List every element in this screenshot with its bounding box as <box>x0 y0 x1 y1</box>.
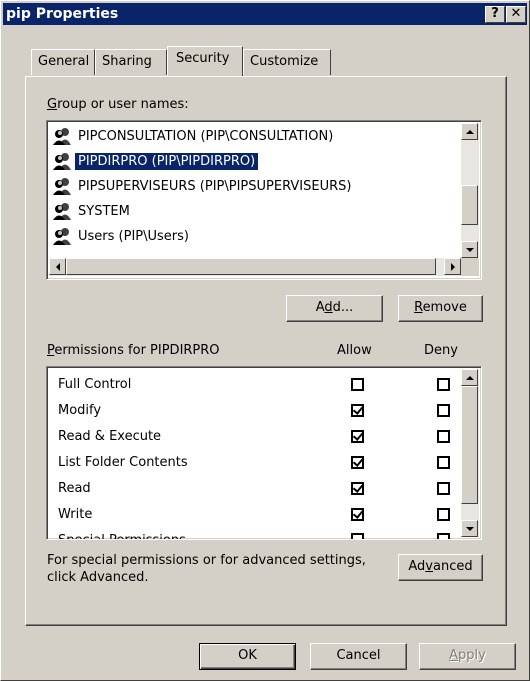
deny-read-execute-checkbox[interactable] <box>437 430 450 443</box>
tab-security-label: Security <box>176 51 230 66</box>
ok-button[interactable]: OK <box>199 643 296 670</box>
title-bar[interactable]: pip Properties ? ✕ <box>3 3 527 25</box>
properties-window: pip Properties ? ✕ General Sharing Secur… <box>0 0 530 681</box>
window-title: pip Properties <box>6 6 119 22</box>
deny-full-control-checkbox[interactable] <box>437 378 450 391</box>
apply-button[interactable]: Apply <box>419 643 516 670</box>
tab-sharing[interactable]: Sharing <box>95 49 167 75</box>
group-name: PIPSUPERVISEURS (PIP\PIPSUPERVISEURS) <box>78 178 352 194</box>
allow-write-checkbox[interactable] <box>351 508 364 521</box>
arrow-right-icon <box>450 262 455 271</box>
hscroll-thumb[interactable] <box>66 258 436 275</box>
group-icon <box>53 228 71 245</box>
scroll-corner <box>461 258 479 276</box>
allow-read-execute-checkbox[interactable] <box>351 430 364 443</box>
allow-read-checkbox[interactable] <box>351 482 364 495</box>
arrow-left-icon <box>55 262 60 271</box>
scroll-thumb[interactable] <box>461 386 478 504</box>
group-name: Users (PIP\Users) <box>78 228 189 244</box>
group-icon <box>53 203 71 220</box>
group-list[interactable]: PIPCONSULTATION (PIP\CONSULTATION) PIPDI… <box>46 120 482 280</box>
allow-column-header: Allow <box>337 343 372 358</box>
group-names-label: Group or user names: <box>47 97 189 112</box>
advanced-note: For special permissions or for advanced … <box>47 553 366 585</box>
arrow-up-icon <box>465 129 474 134</box>
deny-write-checkbox[interactable] <box>437 508 450 521</box>
group-name: PIPCONSULTATION (PIP\CONSULTATION) <box>78 128 334 144</box>
permission-name: List Folder Contents <box>58 455 188 470</box>
group-icon <box>53 128 71 145</box>
remove-button[interactable]: Remove <box>398 295 483 322</box>
scroll-right-button[interactable] <box>444 258 461 275</box>
permission-name: Write <box>58 507 93 522</box>
allow-modify-checkbox[interactable] <box>351 404 364 417</box>
permission-name: Modify <box>58 403 102 418</box>
permissions-list[interactable]: Full Control Modify Read & Execute List … <box>46 366 482 540</box>
help-button[interactable]: ? <box>485 6 505 23</box>
group-name: PIPDIRPRO (PIP\PIPDIRPRO) <box>75 152 259 170</box>
allow-special-checkbox[interactable] <box>351 533 364 539</box>
list-item-pipsuperviseurs[interactable]: PIPSUPERVISEURS (PIP\PIPSUPERVISEURS) <box>51 174 354 198</box>
deny-column-header: Deny <box>424 343 458 358</box>
deny-read-checkbox[interactable] <box>437 482 450 495</box>
scroll-left-button[interactable] <box>49 258 66 275</box>
tab-general[interactable]: General <box>31 49 95 75</box>
arrow-down-icon <box>465 247 474 252</box>
close-icon: ✕ <box>510 6 522 21</box>
advanced-button[interactable]: Advanced <box>398 554 483 581</box>
scroll-down-button[interactable] <box>461 520 478 537</box>
group-icon <box>53 178 71 195</box>
tab-customize-label: Customize <box>250 54 319 69</box>
group-name: SYSTEM <box>78 203 130 219</box>
deny-modify-checkbox[interactable] <box>437 404 450 417</box>
permission-name: Full Control <box>58 377 132 392</box>
tab-customize[interactable]: Customize <box>243 49 331 75</box>
group-list-hscroll[interactable] <box>49 258 461 276</box>
tab-security[interactable]: Security <box>167 46 243 76</box>
permission-name: Read & Execute <box>58 429 162 444</box>
permission-name: Special Permissions <box>58 528 186 539</box>
scroll-up-button[interactable] <box>461 123 478 140</box>
tab-sharing-label: Sharing <box>102 54 152 69</box>
permissions-vscroll[interactable] <box>461 369 479 537</box>
list-item-users[interactable]: Users (PIP\Users) <box>51 224 192 248</box>
list-item-system[interactable]: SYSTEM <box>51 199 133 223</box>
scroll-thumb[interactable] <box>461 185 478 225</box>
cancel-button[interactable]: Cancel <box>310 643 407 670</box>
arrow-down-icon <box>465 526 474 531</box>
deny-special-checkbox[interactable] <box>437 533 450 539</box>
arrow-up-icon <box>465 375 474 380</box>
permissions-label: Permissions for PIPDIRPRO <box>47 343 220 358</box>
group-list-vscroll[interactable] <box>461 123 479 258</box>
add-button[interactable]: Add... <box>286 295 383 322</box>
allow-full-control-checkbox[interactable] <box>351 378 364 391</box>
scroll-up-button[interactable] <box>461 369 478 386</box>
help-icon: ? <box>491 6 499 21</box>
allow-list-folder-contents-checkbox[interactable] <box>351 456 364 469</box>
group-icon <box>53 153 71 170</box>
tab-general-label: General <box>38 54 90 69</box>
list-item-pipdirpro[interactable]: PIPDIRPRO (PIP\PIPDIRPRO) <box>51 149 259 173</box>
list-item-pipconsultation[interactable]: PIPCONSULTATION (PIP\CONSULTATION) <box>51 124 336 148</box>
permission-name: Read <box>58 481 91 496</box>
deny-list-folder-contents-checkbox[interactable] <box>437 456 450 469</box>
scroll-down-button[interactable] <box>461 241 478 258</box>
security-panel: Group or user names: PIPCONSULTATION (PI… <box>25 76 507 626</box>
close-button[interactable]: ✕ <box>506 6 526 23</box>
